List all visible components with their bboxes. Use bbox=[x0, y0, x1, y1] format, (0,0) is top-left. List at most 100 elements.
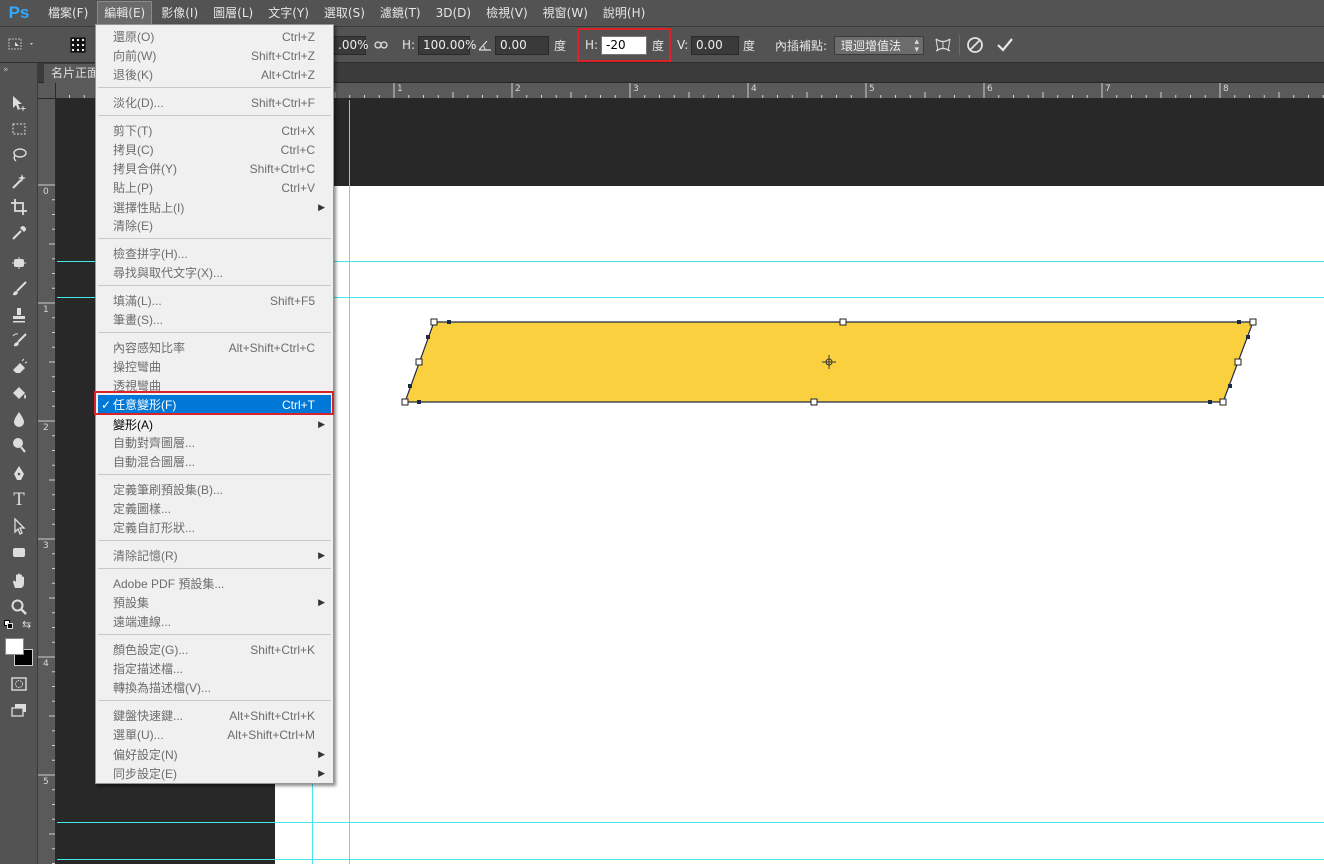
menu-item-puppet-warp[interactable]: 操控彎曲 bbox=[98, 357, 331, 376]
menu-item-color-settings[interactable]: 顏色設定(G)... Shift+Ctrl+K bbox=[98, 640, 331, 659]
eraser-icon[interactable] bbox=[7, 356, 31, 378]
menu-layer[interactable]: 圖層(L) bbox=[207, 1, 259, 25]
dodge-icon[interactable] bbox=[7, 434, 31, 456]
menu-item-stroke[interactable]: 筆畫(S)... bbox=[98, 310, 331, 329]
vertical-ruler[interactable]: 0 1 2 3 4 5 bbox=[38, 99, 56, 864]
menu-select[interactable]: 選取(S) bbox=[318, 1, 371, 25]
panel-collapse-icon[interactable]: » bbox=[3, 65, 9, 75]
menu-help[interactable]: 說明(H) bbox=[597, 1, 651, 25]
crop-icon[interactable] bbox=[7, 196, 31, 218]
menu-item-define-brush-preset[interactable]: 定義筆刷預設集(B)... bbox=[98, 480, 331, 499]
vertical-skew-input[interactable]: 0.00 bbox=[691, 35, 739, 55]
transform-handle-bottom[interactable] bbox=[810, 398, 818, 406]
menu-item-convert-to-profile[interactable]: 轉換為描述檔(V)... bbox=[98, 678, 331, 697]
menu-item-auto-align-layers[interactable]: 自動對齊圖層... bbox=[98, 433, 331, 452]
healing-icon[interactable] bbox=[7, 252, 31, 274]
photoshop-logo: Ps bbox=[8, 3, 30, 22]
menu-item-adobe-pdf-presets[interactable]: Adobe PDF 預設集... bbox=[98, 574, 331, 593]
default-colors-icon[interactable] bbox=[4, 620, 14, 630]
hand-icon[interactable] bbox=[7, 570, 31, 592]
type-icon[interactable]: T bbox=[7, 489, 31, 511]
history-brush-icon[interactable] bbox=[7, 330, 31, 352]
transform-handle-bottom-left[interactable] bbox=[401, 398, 409, 406]
lasso-icon[interactable] bbox=[7, 144, 31, 166]
transform-handle-bottom-right[interactable] bbox=[1219, 398, 1227, 406]
menu-item-copy[interactable]: 拷貝(C) Ctrl+C bbox=[98, 140, 331, 159]
pen-icon[interactable] bbox=[7, 463, 31, 485]
menu-item-fade[interactable]: 淡化(D)... Shift+Ctrl+F bbox=[98, 93, 331, 112]
menu-item-undo[interactable]: 還原(O) Ctrl+Z bbox=[98, 27, 331, 46]
brush-icon[interactable] bbox=[7, 278, 31, 300]
rotate-angle-input[interactable]: 0.00 bbox=[495, 35, 549, 55]
submenu-arrow-icon: ▶ bbox=[318, 749, 325, 759]
warp-icon[interactable] bbox=[933, 27, 953, 63]
menu-item-define-pattern[interactable]: 定義圖樣... bbox=[98, 499, 331, 518]
commit-icon[interactable] bbox=[996, 27, 1014, 63]
menu-item-menus[interactable]: 選單(U)... Alt+Shift+Ctrl+M bbox=[98, 725, 331, 744]
menu-item-step-backward[interactable]: 退後(K) Alt+Ctrl+Z bbox=[98, 65, 331, 84]
foreground-color-swatch[interactable] bbox=[5, 638, 24, 655]
menu-item-assign-profile[interactable]: 指定描述檔... bbox=[98, 659, 331, 678]
interpolation-select[interactable]: 環迴增值法 ▴ ▾ bbox=[834, 35, 924, 55]
stamp-icon[interactable] bbox=[7, 304, 31, 326]
menu-item-clear[interactable]: 清除(E) bbox=[98, 216, 331, 235]
menu-item-find-replace[interactable]: 尋找與取代文字(X)... bbox=[98, 263, 331, 282]
menu-item-content-aware-scale[interactable]: 內容感知比率 Alt+Shift+Ctrl+C bbox=[98, 338, 331, 357]
free-transform-highlight-box bbox=[94, 391, 334, 415]
menu-view[interactable]: 檢視(V) bbox=[480, 1, 534, 25]
link-icon[interactable] bbox=[374, 27, 388, 63]
menu-item-label: 同步設定(E) bbox=[113, 767, 177, 781]
path-select-icon[interactable] bbox=[7, 515, 31, 537]
menu-item-purge[interactable]: 清除記憶(R) ▶ bbox=[98, 546, 331, 565]
menu-item-redo[interactable]: 向前(W) Shift+Ctrl+Z bbox=[98, 46, 331, 65]
menu-item-define-custom-shape[interactable]: 定義自訂形狀... bbox=[98, 518, 331, 537]
screen-mode-icon[interactable] bbox=[7, 699, 31, 721]
menu-item-transform[interactable]: 變形(A) ▶ bbox=[98, 415, 331, 434]
zoom-icon[interactable] bbox=[7, 596, 31, 618]
transform-handle-top-right[interactable] bbox=[1249, 318, 1257, 326]
swap-colors-icon[interactable]: ⇆ bbox=[22, 618, 31, 631]
ruler-v-label-3: 3 bbox=[43, 541, 49, 551]
menu-item-keyboard-shortcuts[interactable]: 鍵盤快速鍵... Alt+Shift+Ctrl+K bbox=[98, 706, 331, 725]
transform-handle-top[interactable] bbox=[839, 318, 847, 326]
menu-item-paste[interactable]: 貼上(P) Ctrl+V bbox=[98, 178, 331, 197]
move-icon[interactable] bbox=[7, 92, 31, 114]
menu-item-presets[interactable]: 預設集 ▶ bbox=[98, 593, 331, 612]
menu-item-cut[interactable]: 剪下(T) Ctrl+X bbox=[98, 121, 331, 140]
menu-edit[interactable]: 編輯(E) bbox=[97, 1, 153, 25]
ruler-v-label-1: 1 bbox=[43, 305, 49, 315]
reference-point-icon[interactable] bbox=[66, 27, 90, 63]
paint-bucket-icon[interactable] bbox=[7, 382, 31, 404]
tool-preset-picker[interactable] bbox=[6, 27, 36, 63]
menu-item-check-spelling[interactable]: 檢查拼字(H)... bbox=[98, 244, 331, 263]
transform-handle-right[interactable] bbox=[1234, 358, 1242, 366]
menu-filter[interactable]: 濾鏡(T) bbox=[374, 1, 427, 25]
transform-handle-left[interactable] bbox=[415, 358, 423, 366]
menu-item-auto-blend-layers[interactable]: 自動混合圖層... bbox=[98, 452, 331, 471]
marquee-icon[interactable] bbox=[7, 118, 31, 140]
menu-item-shortcut: Alt+Ctrl+Z bbox=[260, 67, 315, 82]
quick-mask-icon[interactable] bbox=[7, 673, 31, 695]
ruler-origin[interactable] bbox=[38, 83, 56, 99]
menu-3d[interactable]: 3D(D) bbox=[430, 1, 477, 25]
cancel-icon[interactable] bbox=[966, 27, 984, 63]
menu-item-preferences[interactable]: 偏好設定(N) ▶ bbox=[98, 745, 331, 764]
magic-wand-icon[interactable] bbox=[7, 170, 31, 192]
rectangle-icon[interactable] bbox=[7, 541, 31, 563]
menu-type[interactable]: 文字(Y) bbox=[262, 1, 315, 25]
menu-image[interactable]: 影像(I) bbox=[155, 1, 204, 25]
menu-item-remote-connections[interactable]: 遠端連線... bbox=[98, 612, 331, 631]
blur-icon[interactable] bbox=[7, 408, 31, 430]
transform-handle-top-left[interactable] bbox=[430, 318, 438, 326]
menu-item-shortcut: Shift+Ctrl+Z bbox=[250, 48, 315, 63]
width-percent-input[interactable]: .00% bbox=[334, 35, 369, 55]
height-percent-input[interactable]: 100.00% bbox=[418, 35, 476, 55]
menu-item-fill[interactable]: 填滿(L)... Shift+F5 bbox=[98, 291, 331, 310]
menu-window[interactable]: 視窗(W) bbox=[537, 1, 594, 25]
menu-item-paste-special[interactable]: 選擇性貼上(I) ▶ bbox=[98, 198, 331, 217]
menu-item-sync-settings[interactable]: 同步設定(E) ▶ bbox=[98, 764, 331, 783]
menu-item-copy-merged[interactable]: 拷貝合併(Y) Shift+Ctrl+C bbox=[98, 159, 331, 178]
height-label: H: bbox=[402, 38, 416, 52]
eyedropper-icon[interactable] bbox=[7, 222, 31, 244]
menu-file[interactable]: 檔案(F) bbox=[42, 1, 94, 25]
